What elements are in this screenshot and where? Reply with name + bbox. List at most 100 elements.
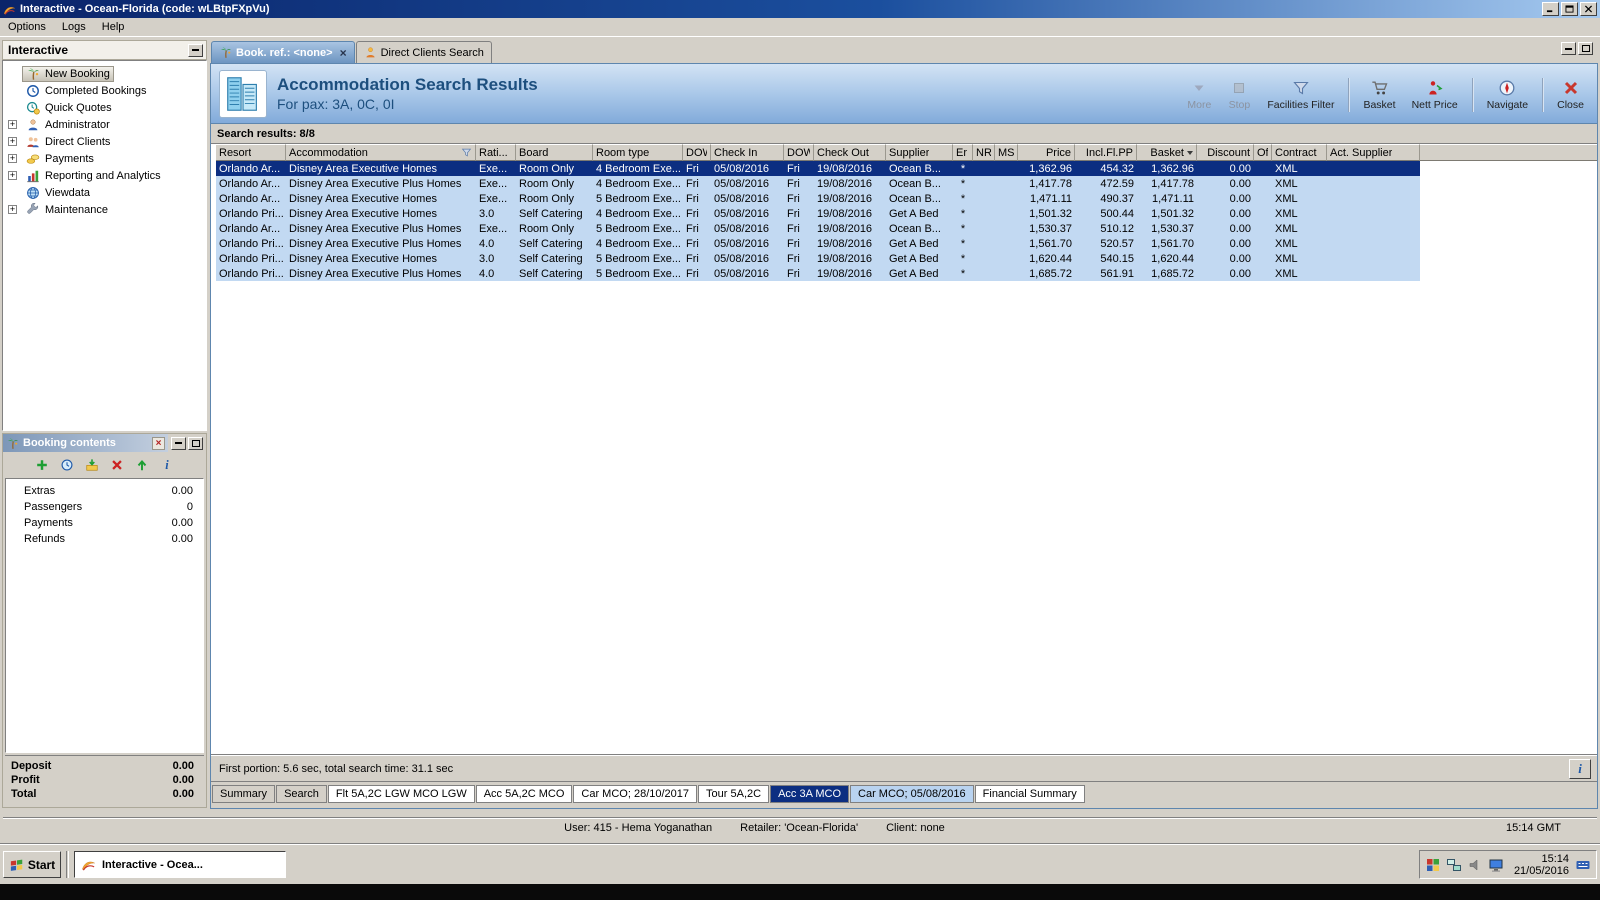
toolbar-button-label: Facilities Filter bbox=[1267, 99, 1334, 111]
sidebar-item-new-booking[interactable]: New Booking bbox=[3, 65, 206, 82]
facilities-filter-button[interactable]: Facilities Filter bbox=[1262, 76, 1339, 114]
column-filter-icon[interactable] bbox=[461, 147, 472, 158]
table-row[interactable]: Orlando Ar...Disney Area Executive Plus … bbox=[216, 176, 1420, 191]
table-row[interactable]: Orlando Ar...Disney Area Executive Homes… bbox=[216, 191, 1420, 206]
panel-minimize-button[interactable] bbox=[171, 437, 186, 450]
column-header-dow[interactable]: DOW bbox=[683, 144, 711, 161]
main-minimize-button[interactable] bbox=[1561, 42, 1576, 55]
start-button[interactable]: Start bbox=[3, 851, 61, 878]
column-header-check-in[interactable]: Check In bbox=[711, 144, 784, 161]
column-sort-icon[interactable] bbox=[1187, 151, 1193, 155]
sidebar-item-payments[interactable]: +Payments bbox=[3, 150, 206, 167]
delete-button[interactable] bbox=[107, 455, 127, 475]
sidebar-item-reporting-and-analytics[interactable]: +Reporting and Analytics bbox=[3, 167, 206, 184]
column-header-nr[interactable]: NR bbox=[973, 144, 995, 161]
column-header-resort[interactable]: Resort bbox=[216, 144, 286, 161]
expand-icon[interactable]: + bbox=[8, 154, 17, 163]
column-header-check-out[interactable]: Check Out bbox=[814, 144, 886, 161]
expand-icon[interactable]: + bbox=[8, 171, 17, 180]
window-close-button[interactable] bbox=[1580, 2, 1597, 16]
info-button[interactable]: i bbox=[1569, 759, 1591, 779]
booking-contents-row[interactable]: Refunds0.00 bbox=[6, 531, 203, 547]
move-up-button[interactable] bbox=[132, 455, 152, 475]
booking-contents-header[interactable]: Booking contents × bbox=[3, 434, 168, 452]
column-header-ms[interactable]: MS bbox=[995, 144, 1018, 161]
bottom-tab-financial-summary[interactable]: Financial Summary bbox=[975, 785, 1085, 803]
window-maximize-button[interactable] bbox=[1561, 2, 1578, 16]
menu-options[interactable]: Options bbox=[0, 19, 54, 35]
taskbar-task-button[interactable]: Interactive - Ocea... bbox=[74, 851, 286, 878]
table-row[interactable]: Orlando Pri...Disney Area Executive Plus… bbox=[216, 236, 1420, 251]
column-header-price[interactable]: Price bbox=[1018, 144, 1075, 161]
sidebar-item-administrator[interactable]: +Administrator bbox=[3, 116, 206, 133]
table-row[interactable]: Orlando Pri...Disney Area Executive Plus… bbox=[216, 266, 1420, 281]
tray-color-icon[interactable] bbox=[1425, 857, 1441, 873]
table-cell: * bbox=[953, 178, 973, 190]
column-header-label: Board bbox=[519, 147, 548, 159]
sidebar-item-quick-quotes[interactable]: Quick Quotes bbox=[3, 99, 206, 116]
table-row[interactable]: Orlando Ar...Disney Area Executive Homes… bbox=[216, 161, 1420, 176]
nett-price-button[interactable]: Nett Price bbox=[1407, 76, 1463, 114]
bottom-tab-car-mco-05-08-2016[interactable]: Car MCO; 05/08/2016 bbox=[850, 785, 974, 803]
sidebar-item-direct-clients[interactable]: +Direct Clients bbox=[3, 133, 206, 150]
column-header-er[interactable]: Er bbox=[953, 144, 973, 161]
import-button[interactable] bbox=[82, 455, 102, 475]
move-up-icon bbox=[135, 458, 149, 472]
booking-contents-row[interactable]: Extras0.00 bbox=[6, 483, 203, 499]
column-header-rati[interactable]: Rati... bbox=[476, 144, 516, 161]
tab-book-ref-none[interactable]: Book. ref.: <none>× bbox=[211, 41, 355, 63]
stop-button[interactable]: Stop bbox=[1222, 76, 1256, 114]
close-button[interactable]: Close bbox=[1552, 76, 1589, 114]
refresh-button[interactable] bbox=[57, 455, 77, 475]
menu-logs[interactable]: Logs bbox=[54, 19, 94, 35]
sidebar-item-completed-bookings[interactable]: Completed Bookings bbox=[3, 82, 206, 99]
tray-display-icon[interactable] bbox=[1488, 857, 1504, 873]
bottom-tab-car-mco-28-10-2017[interactable]: Car MCO; 28/10/2017 bbox=[573, 785, 697, 803]
tab-close-icon[interactable]: × bbox=[340, 48, 347, 58]
screen: Interactive - Ocean-Florida (code: wLBtp… bbox=[0, 0, 1600, 900]
info-button[interactable]: i bbox=[157, 455, 177, 475]
expand-icon[interactable]: + bbox=[8, 205, 17, 214]
add-button[interactable] bbox=[32, 455, 52, 475]
tray-network-icon[interactable] bbox=[1446, 857, 1462, 873]
column-header-contract[interactable]: Contract bbox=[1272, 144, 1327, 161]
more-button[interactable]: More bbox=[1182, 76, 1216, 114]
tray-volume-icon[interactable] bbox=[1467, 857, 1483, 873]
table-cell: 19/08/2016 bbox=[814, 193, 886, 205]
column-header-discount[interactable]: Discount bbox=[1197, 144, 1254, 161]
table-row[interactable]: Orlando Ar...Disney Area Executive Plus … bbox=[216, 221, 1420, 236]
column-header-of[interactable]: Of bbox=[1254, 144, 1272, 161]
main-maximize-button[interactable] bbox=[1578, 42, 1593, 55]
table-row[interactable]: Orlando Pri...Disney Area Executive Home… bbox=[216, 206, 1420, 221]
booking-contents-row[interactable]: Payments0.00 bbox=[6, 515, 203, 531]
column-header-dow[interactable]: DOW bbox=[784, 144, 814, 161]
table-row[interactable]: Orlando Pri...Disney Area Executive Home… bbox=[216, 251, 1420, 266]
column-header-board[interactable]: Board bbox=[516, 144, 593, 161]
sidebar-item-viewdata[interactable]: Viewdata bbox=[3, 184, 206, 201]
bottom-tab-summary[interactable]: Summary bbox=[212, 785, 275, 803]
bottom-tab-search[interactable]: Search bbox=[276, 785, 327, 803]
tab-direct-clients-search[interactable]: Direct Clients Search bbox=[356, 41, 492, 63]
navigate-button[interactable]: Navigate bbox=[1482, 76, 1533, 114]
expand-icon[interactable]: + bbox=[8, 120, 17, 129]
column-header-act-supplier[interactable]: Act. Supplier bbox=[1327, 144, 1420, 161]
booking-contents-row[interactable]: Passengers0 bbox=[6, 499, 203, 515]
panel-collapse-button[interactable] bbox=[188, 44, 203, 57]
expand-icon[interactable]: + bbox=[8, 137, 17, 146]
basket-button[interactable]: Basket bbox=[1358, 76, 1400, 114]
column-header-supplier[interactable]: Supplier bbox=[886, 144, 953, 161]
language-tray-icon[interactable] bbox=[1575, 857, 1591, 873]
column-header-basket[interactable]: Basket bbox=[1137, 144, 1197, 161]
column-header-incl-fl-pp[interactable]: Incl.Fl.PP bbox=[1075, 144, 1137, 161]
panel-maximize-button[interactable] bbox=[188, 437, 203, 450]
sidebar-item-maintenance[interactable]: +Maintenance bbox=[3, 201, 206, 218]
booking-contents-close-icon[interactable]: × bbox=[152, 437, 165, 450]
menu-help[interactable]: Help bbox=[94, 19, 133, 35]
window-minimize-button[interactable] bbox=[1542, 2, 1559, 16]
bottom-tab-tour-5a-2c[interactable]: Tour 5A,2C bbox=[698, 785, 769, 803]
column-header-accommodation[interactable]: Accommodation bbox=[286, 144, 476, 161]
bottom-tab-acc-5a-2c-mco[interactable]: Acc 5A,2C MCO bbox=[476, 785, 573, 803]
bottom-tab-flt-5a-2c-lgw-mco-lgw[interactable]: Flt 5A,2C LGW MCO LGW bbox=[328, 785, 475, 803]
column-header-room-type[interactable]: Room type bbox=[593, 144, 683, 161]
bottom-tab-acc-3a-mco[interactable]: Acc 3A MCO bbox=[770, 785, 849, 803]
